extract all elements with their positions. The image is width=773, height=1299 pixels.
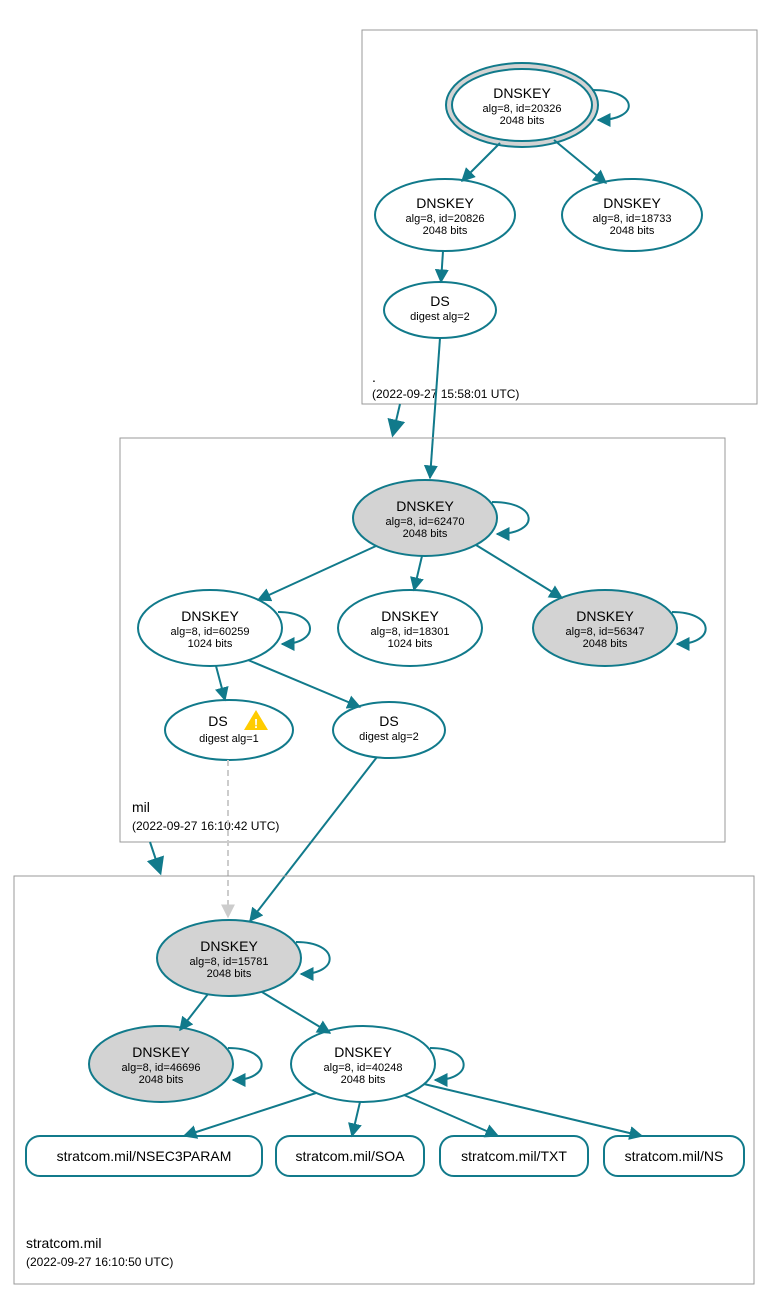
svg-text:alg=8, id=20326: alg=8, id=20326 xyxy=(483,103,562,115)
svg-text:1024 bits: 1024 bits xyxy=(188,638,233,650)
svg-text:DNSKEY: DNSKEY xyxy=(603,195,661,211)
svg-text:DNSKEY: DNSKEY xyxy=(576,608,634,624)
root-zsk1: DNSKEY alg=8, id=20826 2048 bits xyxy=(375,179,515,251)
svg-text:alg=8, id=40248: alg=8, id=40248 xyxy=(324,1062,403,1074)
stratcom-sep: DNSKEY alg=8, id=46696 2048 bits xyxy=(89,1026,233,1102)
svg-text:DS: DS xyxy=(379,713,398,729)
svg-text:stratcom.mil/TXT: stratcom.mil/TXT xyxy=(461,1148,567,1164)
rr-ns: stratcom.mil/NS xyxy=(604,1136,744,1176)
svg-text:stratcom.mil/NSEC3PARAM: stratcom.mil/NSEC3PARAM xyxy=(57,1148,232,1164)
mil-ds2: DS digest alg=2 xyxy=(333,702,445,758)
zone-stratcom-label: stratcom.mil xyxy=(26,1235,101,1251)
edge-stratcom-ksk-sep xyxy=(180,994,208,1030)
svg-text:DNSKEY: DNSKEY xyxy=(396,498,454,514)
svg-text:alg=8, id=18733: alg=8, id=18733 xyxy=(593,213,672,225)
mil-sep: DNSKEY alg=8, id=56347 2048 bits xyxy=(533,590,677,666)
svg-text:2048 bits: 2048 bits xyxy=(583,638,628,650)
svg-text:alg=8, id=18301: alg=8, id=18301 xyxy=(371,626,450,638)
mil-zsk2: DNSKEY alg=8, id=18301 1024 bits xyxy=(338,590,482,666)
edge-root-ds-to-mil-ksk xyxy=(430,338,440,478)
svg-text:alg=8, id=15781: alg=8, id=15781 xyxy=(190,956,269,968)
svg-text:1024 bits: 1024 bits xyxy=(388,638,433,650)
stratcom-zsk: DNSKEY alg=8, id=40248 2048 bits xyxy=(291,1026,435,1102)
edge-zsk-txt xyxy=(404,1095,498,1136)
root-ds: DS digest alg=2 xyxy=(384,282,496,338)
svg-text:!: ! xyxy=(254,716,258,731)
rr-nsec3param: stratcom.mil/NSEC3PARAM xyxy=(26,1136,262,1176)
root-zsk2: DNSKEY alg=8, id=18733 2048 bits xyxy=(562,179,702,251)
svg-text:alg=8, id=46696: alg=8, id=46696 xyxy=(122,1062,201,1074)
rr-txt: stratcom.mil/TXT xyxy=(440,1136,588,1176)
edge-zsk-soa xyxy=(352,1102,360,1136)
edge-mil-ksk-sep xyxy=(476,545,562,598)
svg-text:stratcom.mil/SOA: stratcom.mil/SOA xyxy=(296,1148,406,1164)
svg-text:alg=8, id=56347: alg=8, id=56347 xyxy=(566,626,645,638)
svg-text:alg=8, id=60259: alg=8, id=60259 xyxy=(171,626,250,638)
edge-zsk-nsec3 xyxy=(184,1093,316,1136)
mil-ksk: DNSKEY alg=8, id=62470 2048 bits xyxy=(353,480,497,556)
dnssec-graph: . (2022-09-27 15:58:01 UTC) DNSKEY alg=8… xyxy=(0,0,773,1299)
svg-text:digest alg=2: digest alg=2 xyxy=(410,311,470,323)
edge-root-ksk-zsk2 xyxy=(554,140,606,183)
svg-text:2048 bits: 2048 bits xyxy=(403,528,448,540)
svg-text:DNSKEY: DNSKEY xyxy=(493,85,551,101)
edge-root-ksk-zsk1 xyxy=(462,143,500,181)
edge-mil-ksk-zsk1 xyxy=(258,546,376,600)
svg-text:alg=8, id=20826: alg=8, id=20826 xyxy=(406,213,485,225)
svg-text:2048 bits: 2048 bits xyxy=(341,1074,386,1086)
mil-zsk1: DNSKEY alg=8, id=60259 1024 bits xyxy=(138,590,282,666)
svg-text:DNSKEY: DNSKEY xyxy=(381,608,439,624)
edge-mil-ksk-zsk2 xyxy=(414,556,422,590)
zone-mil-time: (2022-09-27 16:10:42 UTC) xyxy=(132,819,279,833)
svg-text:digest alg=1: digest alg=1 xyxy=(199,733,259,745)
zone-root-label: . xyxy=(372,369,376,385)
edge-stratcom-ksk-zsk xyxy=(262,992,330,1033)
zone-root-time: (2022-09-27 15:58:01 UTC) xyxy=(372,387,519,401)
zone-mil-label: mil xyxy=(132,799,150,815)
stratcom-ksk: DNSKEY alg=8, id=15781 2048 bits xyxy=(157,920,301,996)
svg-text:DS: DS xyxy=(208,713,227,729)
edge-mil-zsk1-ds2 xyxy=(248,660,360,707)
svg-text:DNSKEY: DNSKEY xyxy=(181,608,239,624)
svg-text:2048 bits: 2048 bits xyxy=(139,1074,184,1086)
svg-text:2048 bits: 2048 bits xyxy=(610,225,655,237)
svg-text:2048 bits: 2048 bits xyxy=(500,115,545,127)
svg-text:DNSKEY: DNSKEY xyxy=(334,1044,392,1060)
svg-text:DNSKEY: DNSKEY xyxy=(200,938,258,954)
svg-text:2048 bits: 2048 bits xyxy=(207,968,252,980)
edge-root-zsk1-ds xyxy=(441,251,443,282)
edge-mil-ds2-stratcom-ksk xyxy=(250,757,377,921)
svg-text:stratcom.mil/NS: stratcom.mil/NS xyxy=(625,1148,724,1164)
svg-text:DNSKEY: DNSKEY xyxy=(132,1044,190,1060)
svg-text:DS: DS xyxy=(430,293,449,309)
zone-stratcom-time: (2022-09-27 16:10:50 UTC) xyxy=(26,1255,173,1269)
mil-ds1: DS digest alg=1 ! xyxy=(165,700,293,760)
edge-mil-to-stratcom-zone xyxy=(150,842,160,872)
rr-soa: stratcom.mil/SOA xyxy=(276,1136,424,1176)
edge-mil-zsk1-ds1 xyxy=(216,666,225,700)
root-ksk: DNSKEY alg=8, id=20326 2048 bits xyxy=(446,63,598,147)
svg-text:alg=8, id=62470: alg=8, id=62470 xyxy=(386,516,465,528)
svg-text:digest alg=2: digest alg=2 xyxy=(359,731,419,743)
edge-zsk-ns xyxy=(424,1084,642,1136)
edge-root-to-mil-zone xyxy=(393,404,400,434)
svg-text:2048 bits: 2048 bits xyxy=(423,225,468,237)
svg-text:DNSKEY: DNSKEY xyxy=(416,195,474,211)
